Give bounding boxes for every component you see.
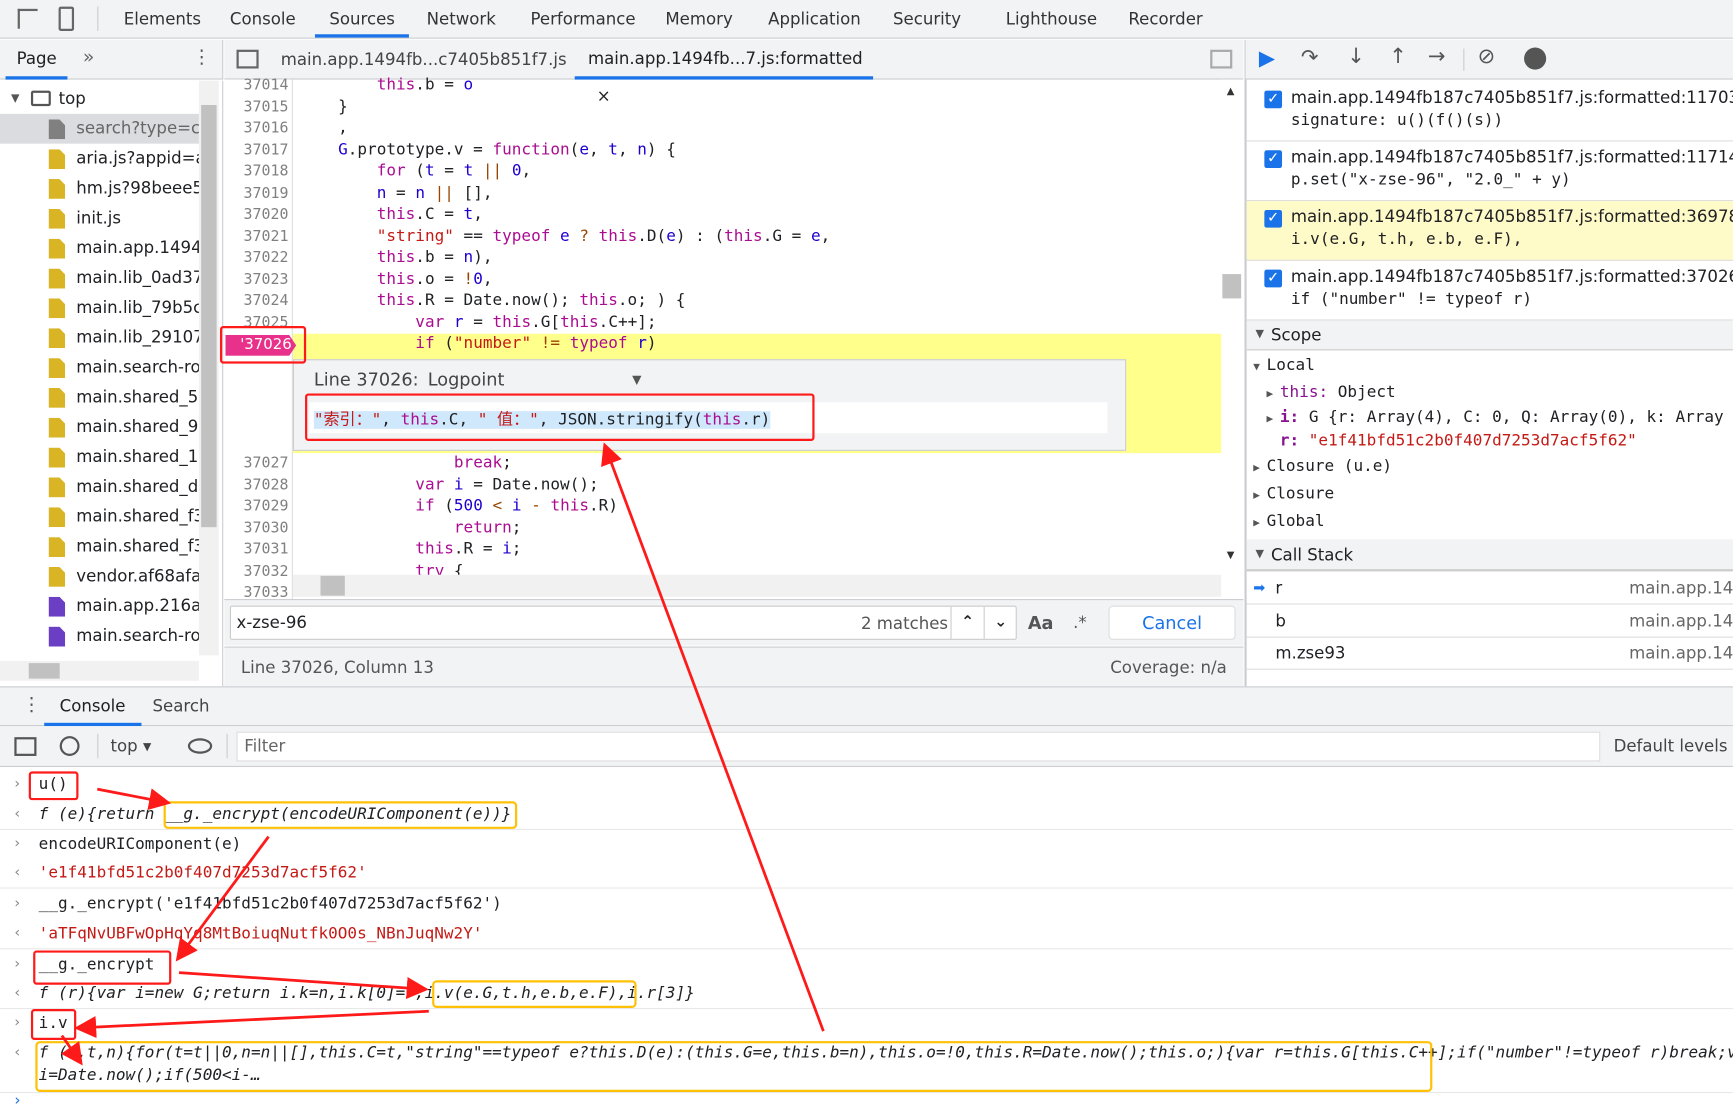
red-box-encrypt bbox=[33, 950, 172, 985]
arrow bbox=[96, 787, 172, 811]
red-box-gutter bbox=[219, 326, 307, 364]
orange-box-encrypt-call bbox=[163, 801, 518, 829]
arrow bbox=[178, 971, 429, 1000]
orange-box-iv-call bbox=[432, 980, 637, 1008]
red-box-logpoint bbox=[305, 393, 815, 441]
arrow bbox=[601, 442, 825, 1032]
arrow bbox=[74, 1009, 429, 1039]
red-box-u bbox=[28, 771, 79, 801]
orange-box-iv-source bbox=[35, 1041, 1433, 1092]
arrow bbox=[175, 835, 270, 962]
annotation-overlay bbox=[28, 326, 1433, 1092]
red-box-iv bbox=[30, 1009, 77, 1040]
